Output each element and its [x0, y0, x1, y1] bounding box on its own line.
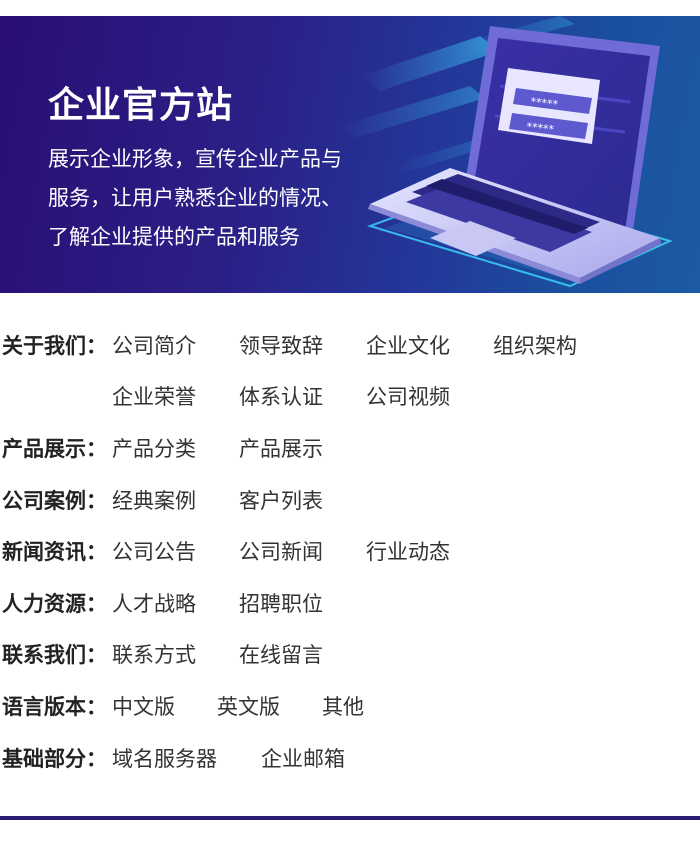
nav-label-language: 语言版本： [2, 695, 107, 719]
nav-row-about-continued: 企业荣誉 体系认证 公司视频 [0, 369, 700, 421]
nav-link-certification[interactable]: 体系认证 [239, 381, 323, 411]
nav-link-enterprise-email[interactable]: 企业邮箱 [261, 743, 345, 773]
banner-description-line: 了解企业提供的产品和服务 [48, 225, 300, 249]
nav-link-company-video[interactable]: 公司视频 [366, 381, 450, 411]
banner-description-line: 服务，让用户熟悉企业的情况、 [48, 186, 342, 210]
laptop-illustration: ***** ***** [340, 16, 673, 288]
nav-link-classic-cases[interactable]: 经典案例 [112, 485, 196, 515]
nav-link-other[interactable]: 其他 [322, 691, 364, 721]
nav-link-industry-news[interactable]: 行业动态 [366, 536, 450, 566]
nav-link-chinese[interactable]: 中文版 [112, 691, 175, 721]
nav-link-leader-speech[interactable]: 领导致辞 [239, 330, 323, 360]
nav-link-job-openings[interactable]: 招聘职位 [239, 588, 323, 618]
nav-link-contact-info[interactable]: 联系方式 [112, 639, 196, 669]
nav-link-company-profile[interactable]: 公司简介 [112, 330, 196, 360]
banner-description-line: 展示企业形象，宣传企业产品与 [48, 147, 342, 171]
nav-label-basics: 基础部分： [2, 747, 107, 771]
nav-label-news: 新闻资讯： [2, 540, 107, 564]
nav-row-cases: 公司案例： 经典案例 客户列表 [0, 473, 700, 525]
nav-link-product-display[interactable]: 产品展示 [239, 433, 323, 463]
light-streak [340, 86, 485, 138]
nav-row-language: 语言版本： 中文版 英文版 其他 [0, 679, 700, 731]
bottom-divider [0, 816, 700, 820]
nav-link-talent-strategy[interactable]: 人才战略 [112, 588, 196, 618]
nav-link-company-news[interactable]: 公司新闻 [239, 536, 323, 566]
nav-label-cases: 公司案例： [2, 489, 107, 513]
nav-link-product-category[interactable]: 产品分类 [112, 433, 196, 463]
hero-banner: ***** ***** 企业官方站 展示企业形象，宣传企业产品与 服务，让用户熟… [0, 16, 700, 293]
banner-title: 企业官方站 [48, 85, 234, 126]
banner-description: 展示企业形象，宣传企业产品与 服务，让用户熟悉企业的情况、 了解企业提供的产品和… [48, 140, 368, 257]
nav-link-honors[interactable]: 企业荣誉 [112, 381, 196, 411]
nav-row-news: 新闻资讯： 公司公告 公司新闻 行业动态 [0, 524, 700, 576]
nav-row-about: 关于我们： 公司简介 领导致辞 企业文化 组织架构 [0, 318, 700, 370]
nav-link-announcements[interactable]: 公司公告 [112, 536, 196, 566]
nav-row-products: 产品展示： 产品分类 产品展示 [0, 421, 700, 473]
nav-link-structure[interactable]: 组织架构 [493, 330, 577, 360]
nav-label-about: 关于我们： [2, 334, 107, 358]
nav-link-client-list[interactable]: 客户列表 [239, 485, 323, 515]
nav-link-online-message[interactable]: 在线留言 [239, 639, 323, 669]
nav-row-basics: 基础部分： 域名服务器 企业邮箱 [0, 731, 700, 783]
nav-label-contact: 联系我们： [2, 643, 107, 667]
nav-link-culture[interactable]: 企业文化 [366, 330, 450, 360]
nav-label-products: 产品展示： [2, 437, 107, 461]
nav-link-english[interactable]: 英文版 [217, 691, 280, 721]
nav-link-domain-server[interactable]: 域名服务器 [112, 743, 217, 773]
nav-label-hr: 人力资源： [2, 592, 107, 616]
nav-row-contact: 联系我们： 联系方式 在线留言 [0, 627, 700, 679]
nav-row-hr: 人力资源： 人才战略 招聘职位 [0, 576, 700, 628]
